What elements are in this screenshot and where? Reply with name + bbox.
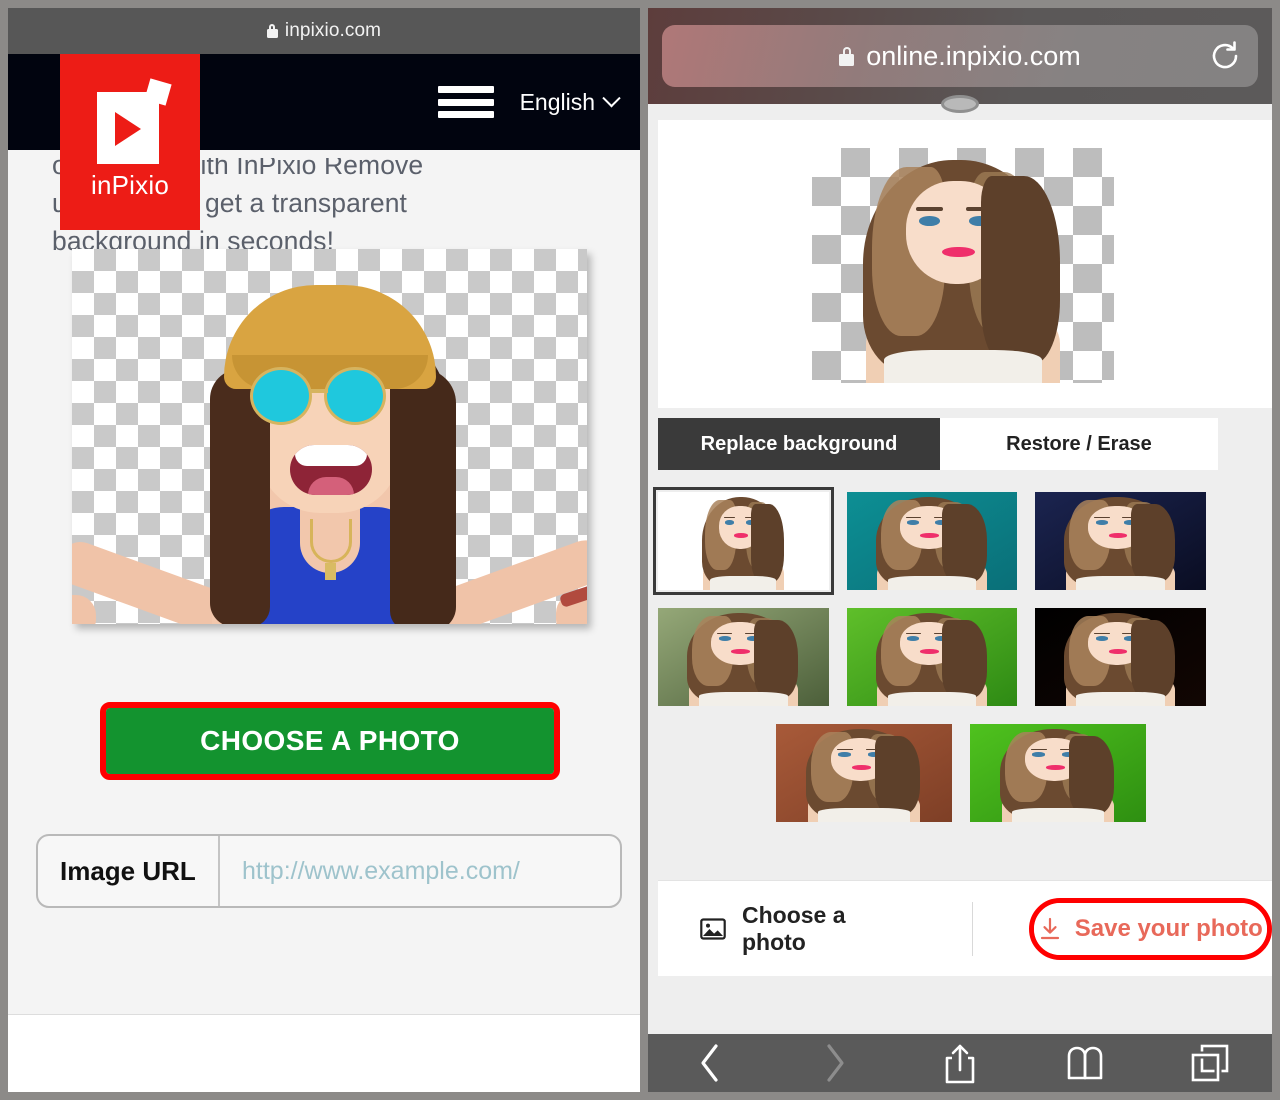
inpixio-logo-icon [93, 77, 172, 164]
tab-replace-background[interactable]: Replace background [658, 418, 940, 470]
left-url-bar[interactable]: inpixio.com [8, 8, 640, 54]
left-page-body: on easier. With InPixio Remove und you c… [8, 150, 640, 1092]
background-thumbnail-black-fire[interactable] [1035, 608, 1207, 706]
tabs-button[interactable] [1147, 1042, 1272, 1084]
hero-photo-preview [72, 249, 587, 624]
background-thumbnail-green-leaves[interactable] [846, 608, 1018, 706]
save-your-photo-group[interactable]: Save your photo [1029, 897, 1272, 960]
right-url-field[interactable]: online.inpixio.com [662, 25, 1258, 87]
selfie-girl-illustration [72, 249, 587, 624]
choose-a-photo-label: Choose a photo [742, 901, 846, 955]
reload-icon[interactable] [1208, 39, 1242, 73]
save-your-photo-button[interactable]: Save your photo [1034, 902, 1268, 955]
image-url-label: Image URL [38, 836, 220, 906]
background-thumbnail-brick-wall[interactable] [776, 724, 952, 822]
choose-a-photo-cta-group: CHOOSE A PHOTO [100, 702, 560, 780]
how-to-section: How to use the automatic [8, 1015, 640, 1092]
editor-tabs: Replace background Restore / Erase [658, 418, 1218, 470]
page-indicator-nub [941, 95, 979, 113]
background-thumbnail-night-sky[interactable] [1035, 492, 1207, 590]
portrait-figure [812, 148, 1114, 383]
image-url-input[interactable] [220, 836, 620, 906]
thumbnail-row [653, 487, 1224, 595]
right-url-bar: online.inpixio.com [648, 8, 1272, 113]
background-thumbnail-teal-bokeh[interactable] [846, 492, 1018, 590]
image-url-group: Image URL [36, 834, 622, 908]
thumbnail-row [658, 608, 1224, 706]
editor-scroll-area: Replace background Restore / Erase Choos… [648, 104, 1272, 1034]
choose-a-photo-action[interactable]: Choose a photo [700, 902, 914, 956]
download-icon [1039, 917, 1061, 941]
background-thumbnail-grid [653, 487, 1224, 840]
background-thumbnail-white[interactable] [653, 487, 834, 595]
preview-card [658, 120, 1272, 408]
language-label: English [519, 88, 595, 115]
background-thumbnail-green-hedge[interactable] [970, 724, 1146, 822]
editor-action-bar: Choose a photo Save your photo [658, 880, 1272, 976]
hamburger-menu-icon[interactable] [437, 84, 494, 120]
bookmarks-button[interactable] [1022, 1044, 1147, 1082]
image-icon [700, 917, 726, 941]
left-url-text: inpixio.com [284, 20, 382, 41]
left-browser-panel: inpixio.com English on easier. With InPi… [8, 8, 640, 1092]
safari-bottom-toolbar [648, 1034, 1272, 1092]
background-thumbnail-forest[interactable] [658, 608, 829, 706]
share-button[interactable] [898, 1041, 1023, 1085]
action-divider [972, 901, 974, 956]
language-selector[interactable]: English [519, 88, 621, 116]
thumbnail-row [658, 724, 1224, 822]
choose-a-photo-button[interactable]: CHOOSE A PHOTO [106, 708, 554, 774]
save-your-photo-label: Save your photo [1074, 914, 1263, 942]
inpixio-logo-badge: inPixio [60, 54, 200, 230]
tab-restore-erase[interactable]: Restore / Erase [940, 418, 1218, 470]
left-url-text-group: inpixio.com [266, 20, 382, 42]
lock-icon [266, 24, 278, 38]
screenshot-frame: inpixio.com English on easier. With InPi… [0, 0, 1280, 1100]
back-button[interactable] [648, 1042, 773, 1084]
right-url-text: online.inpixio.com [866, 40, 1081, 71]
inpixio-wordmark: inPixio [91, 169, 169, 200]
chevron-down-icon [602, 88, 621, 107]
lock-icon [839, 46, 855, 66]
forward-button[interactable] [773, 1042, 898, 1084]
right-browser-panel: online.inpixio.com Replace background Re… [648, 8, 1272, 1092]
portrait-preview-image [812, 148, 1114, 383]
right-url-text-group: online.inpixio.com [839, 41, 1081, 72]
